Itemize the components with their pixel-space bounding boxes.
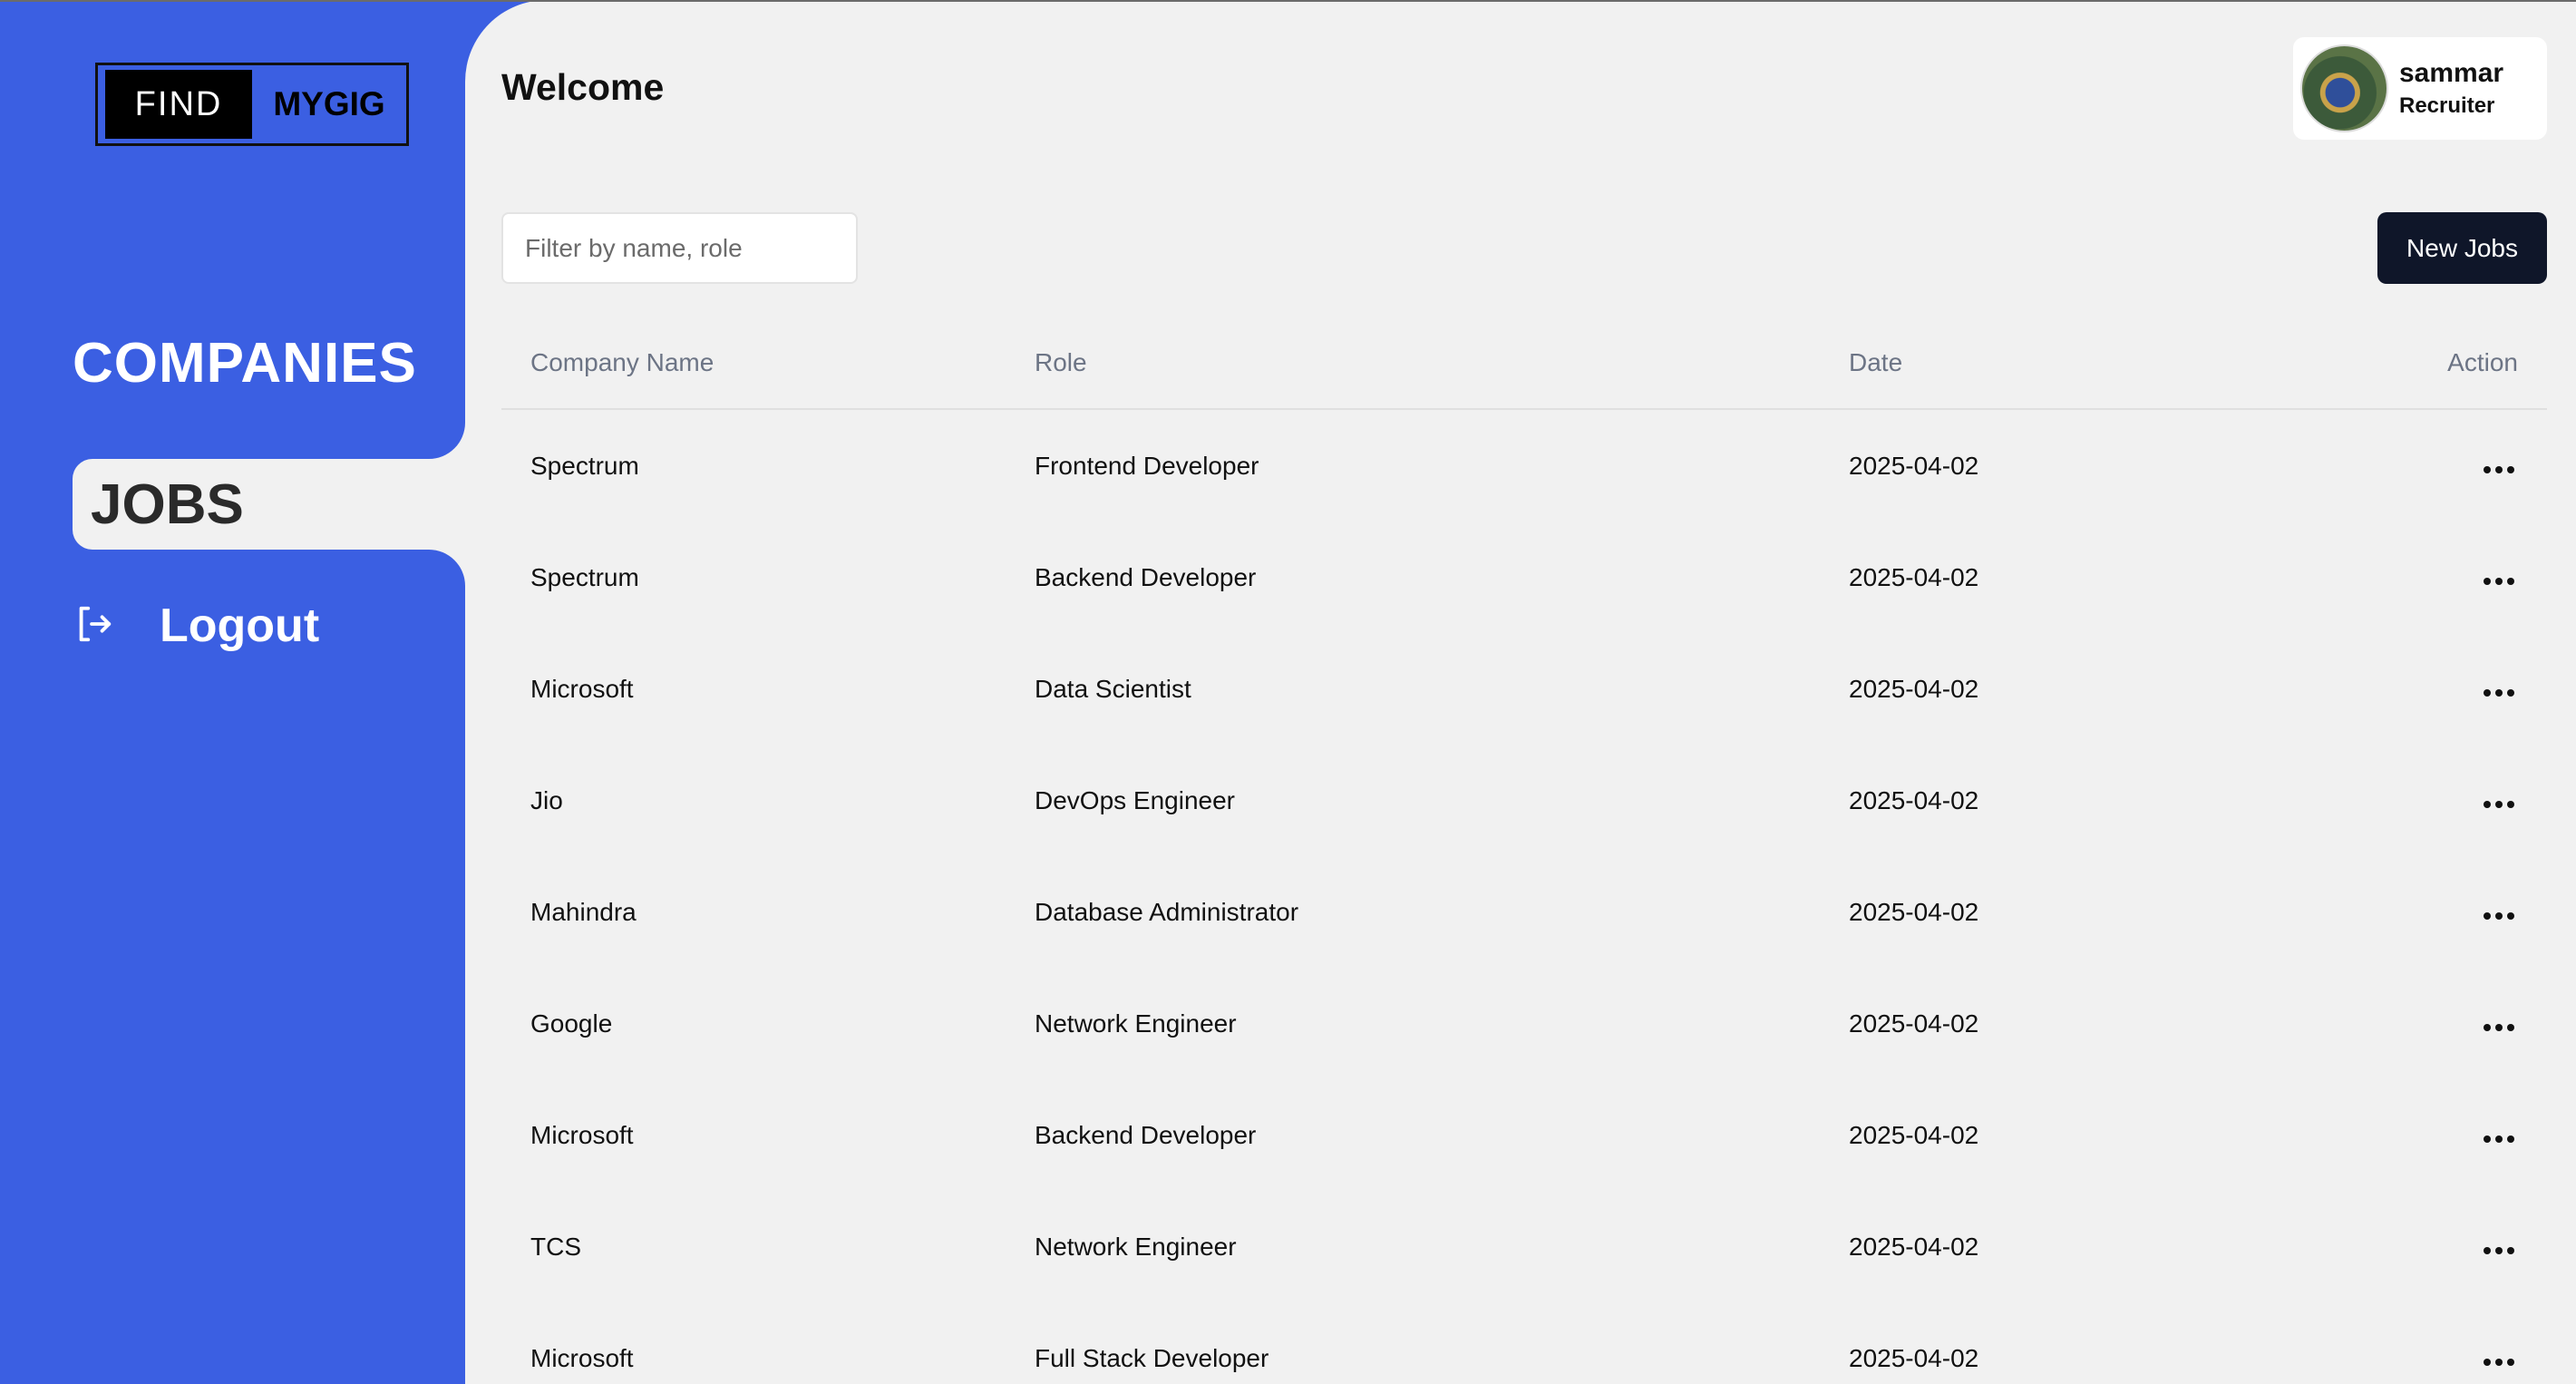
table-header: Company Name Role Date Action [501,317,2547,410]
avatar [2300,44,2388,132]
table-row: Spectrum Frontend Developer 2025-04-02 [501,410,2547,521]
cell-date: 2025-04-02 [1849,674,1979,703]
cell-action [2402,674,2547,704]
more-options-icon[interactable] [2480,1240,2518,1262]
sidebar-item-label: JOBS [91,473,244,536]
new-jobs-button[interactable]: New Jobs [2377,212,2547,284]
filter-input[interactable] [501,212,858,284]
sidebar-item-companies[interactable]: COMPANIES [73,331,417,395]
cell-company: TCS [530,1232,581,1261]
table-row: Microsoft Full Stack Developer 2025-04-0… [501,1302,2547,1384]
cell-company: Spectrum [530,562,639,591]
cell-role: Data Scientist [1035,674,1191,703]
cell-date: 2025-04-02 [1849,1232,1979,1261]
page-title: Welcome [501,66,665,108]
more-options-icon[interactable] [2480,459,2518,481]
more-options-icon[interactable] [2480,682,2518,704]
more-options-icon[interactable] [2480,1128,2518,1150]
profile-text: sammar Recruiter [2399,57,2503,121]
column-header-action: Action [2447,348,2518,376]
cell-role: Frontend Developer [1035,451,1259,480]
cell-company: Spectrum [530,451,639,480]
table-row: TCS Network Engineer 2025-04-02 [501,1191,2547,1302]
cell-company: Google [530,1009,613,1038]
profile-role: Recruiter [2399,93,2495,118]
more-options-icon[interactable] [2480,570,2518,592]
profile-name: sammar [2399,57,2504,88]
cell-date: 2025-04-02 [1849,1009,1979,1038]
active-tab-curve-top [429,423,465,459]
cell-company: Mahindra [530,897,637,926]
table-row: Microsoft Backend Developer 2025-04-02 [501,1079,2547,1191]
cell-action [2402,1120,2547,1150]
more-options-icon[interactable] [2480,1351,2518,1373]
logo-mygig-text: MYGIG [273,85,385,122]
window-top-border [0,0,2576,2]
column-header-date: Date [1849,348,1903,376]
cell-date: 2025-04-02 [1849,785,1979,814]
sidebar-item-jobs[interactable]: JOBS [73,459,465,550]
jobs-table: Company Name Role Date Action Spectrum F… [501,317,2547,1384]
table-row: Google Network Engineer 2025-04-02 [501,968,2547,1079]
table-row: Microsoft Data Scientist 2025-04-02 [501,633,2547,745]
active-tab-curve-bottom [429,550,465,586]
cell-action [2402,897,2547,927]
more-options-icon[interactable] [2480,794,2518,815]
logo: FIND MYGIG [95,63,409,146]
cell-action [2402,1343,2547,1373]
sidebar: FIND MYGIG COMPANIES JOBS Logout [0,0,465,1384]
sidebar-item-label: Logout [160,599,320,652]
cell-company: Microsoft [530,674,634,703]
cell-date: 2025-04-02 [1849,897,1979,926]
cell-company: Microsoft [530,1343,634,1372]
logout-icon [73,603,114,649]
cell-role: Database Administrator [1035,897,1299,926]
column-header-role: Role [1035,348,1087,376]
cell-date: 2025-04-02 [1849,1120,1979,1149]
cell-role: Full Stack Developer [1035,1343,1269,1372]
table-row: Jio DevOps Engineer 2025-04-02 [501,745,2547,856]
cell-role: DevOps Engineer [1035,785,1236,814]
user-profile-card[interactable]: sammar Recruiter [2293,37,2547,140]
cell-action [2402,1009,2547,1038]
main-panel: Welcome sammar Recruiter New Jobs Compan… [465,0,2576,1384]
logo-find-text: FIND [105,70,252,139]
table-row: Spectrum Backend Developer 2025-04-02 [501,521,2547,633]
cell-role: Backend Developer [1035,1120,1257,1149]
cell-date: 2025-04-02 [1849,1343,1979,1372]
cell-company: Jio [530,785,563,814]
cell-role: Backend Developer [1035,562,1257,591]
sidebar-item-logout[interactable]: Logout [73,599,319,653]
cell-action [2402,451,2547,481]
cell-role: Network Engineer [1035,1009,1237,1038]
cell-action [2402,785,2547,815]
cell-role: Network Engineer [1035,1232,1237,1261]
more-options-icon[interactable] [2480,1017,2518,1038]
cell-action [2402,562,2547,592]
cell-date: 2025-04-02 [1849,451,1979,480]
table-row: Mahindra Database Administrator 2025-04-… [501,856,2547,968]
column-header-company: Company Name [530,348,714,376]
cell-action [2402,1232,2547,1262]
cell-date: 2025-04-02 [1849,562,1979,591]
cell-company: Microsoft [530,1120,634,1149]
more-options-icon[interactable] [2480,905,2518,927]
